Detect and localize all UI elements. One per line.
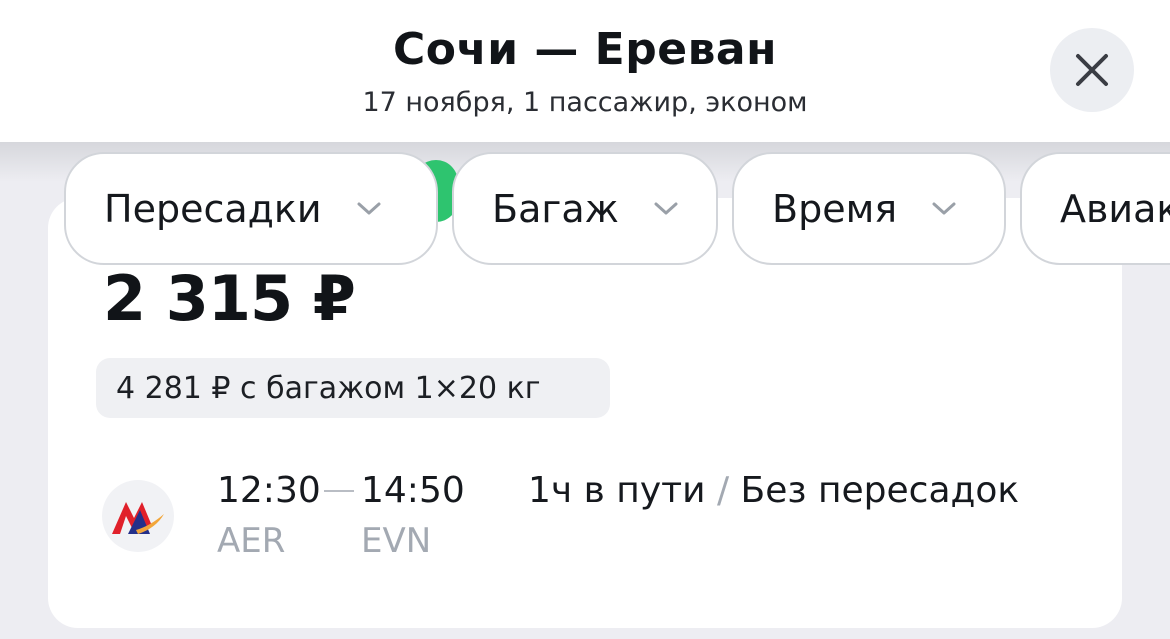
filter-label: Багаж — [492, 186, 619, 231]
departure-airport-code: AER — [217, 521, 286, 561]
info-separator: / — [716, 470, 730, 511]
chevron-down-icon — [931, 201, 957, 217]
chevron-down-icon — [653, 201, 679, 217]
filter-airlines[interactable]: Авиакомпании — [1020, 152, 1170, 265]
route-title: Сочи — Ереван — [392, 24, 778, 75]
filter-transfers[interactable]: Пересадки — [64, 152, 438, 265]
header: Сочи — Ереван 17 ноября, 1 пассажир, эко… — [0, 0, 1170, 142]
stops-info: Без пересадок — [740, 470, 1020, 511]
flight-info: 1ч в пути / Без пересадок — [528, 470, 1019, 511]
close-button[interactable] — [1050, 28, 1134, 112]
filter-label: Авиакомпании — [1060, 186, 1170, 231]
filter-label: Пересадки — [104, 186, 322, 231]
airline-logo-icon — [102, 480, 174, 552]
filter-baggage[interactable]: Багаж — [452, 152, 718, 265]
time-divider — [324, 490, 354, 492]
route-subtitle: 17 ноября, 1 пассажир, эконом — [362, 87, 808, 118]
baggage-offer[interactable]: 4 281 ₽ с багажом 1×20 кг — [96, 358, 610, 418]
arrival-time: 14:50 — [361, 470, 465, 511]
filter-time[interactable]: Время — [732, 152, 1006, 265]
arrival-airport-code: EVN — [361, 521, 432, 561]
flight-duration: 1ч в пути — [528, 470, 706, 511]
chevron-down-icon — [356, 201, 382, 217]
departure-time: 12:30 — [217, 470, 321, 511]
filter-label: Время — [772, 186, 898, 231]
close-icon — [1076, 54, 1108, 86]
ticket-price: 2 315 ₽ — [103, 262, 356, 335]
